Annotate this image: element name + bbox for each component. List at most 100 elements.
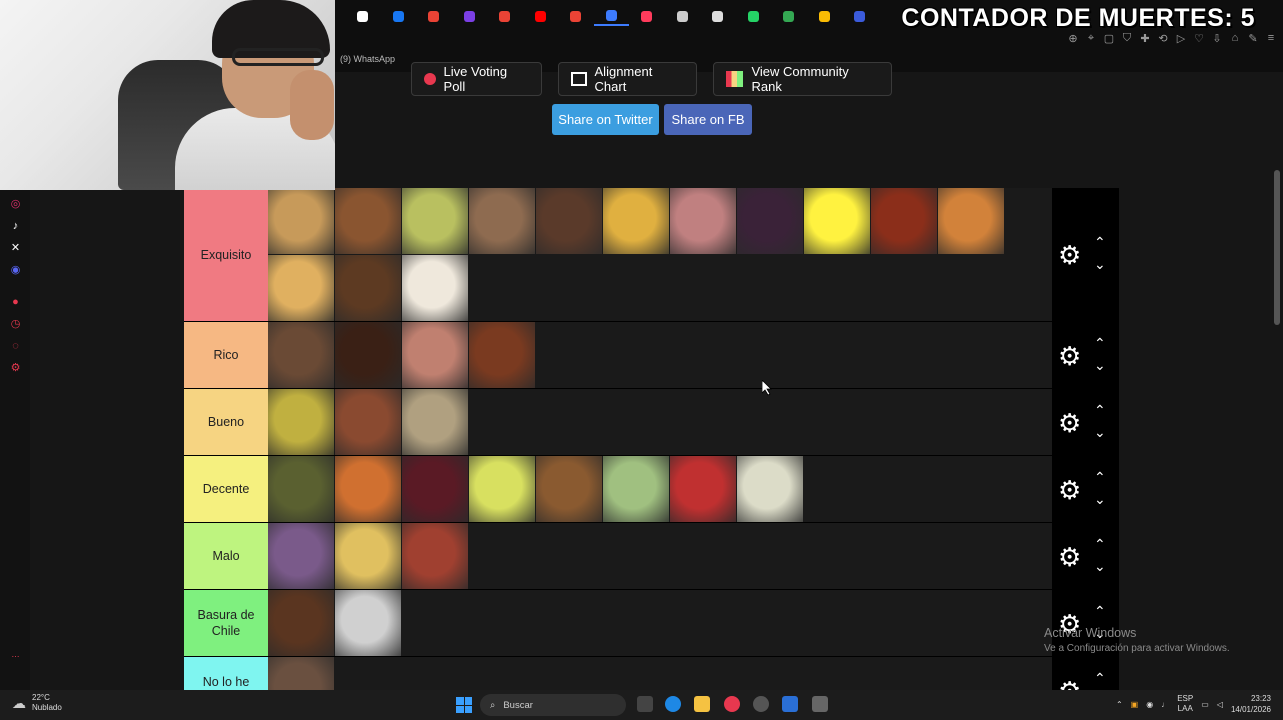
settings-icon[interactable]: ⚙ xyxy=(9,362,22,375)
language-bottom[interactable]: LAA xyxy=(1177,704,1193,714)
alignment-chart-button[interactable]: Alignment Chart xyxy=(558,62,697,96)
tier-label[interactable]: Malo xyxy=(184,523,268,589)
tier-items-dropzone[interactable] xyxy=(268,590,1119,656)
gear-icon[interactable]: ⚙ xyxy=(1058,242,1081,268)
browser-tab[interactable] xyxy=(416,6,452,26)
browser-tab[interactable] xyxy=(558,6,594,26)
gear-icon[interactable]: ⚙ xyxy=(1058,477,1081,503)
history-icon[interactable]: ◷ xyxy=(9,318,22,331)
chevron-up-icon[interactable]: ⌃ xyxy=(1094,235,1106,249)
file-explorer-icon[interactable] xyxy=(694,696,710,712)
language-top[interactable]: ESP xyxy=(1177,694,1193,704)
chevron-down-icon[interactable]: ⌄ xyxy=(1094,559,1106,573)
screenshot-icon[interactable]: ▢ xyxy=(1103,32,1115,45)
x-icon[interactable]: ✕ xyxy=(9,242,22,255)
start-button[interactable] xyxy=(456,697,472,713)
food-item[interactable] xyxy=(469,456,535,522)
chevron-up-icon[interactable]: ⌃ xyxy=(1094,470,1106,484)
food-item[interactable] xyxy=(335,456,401,522)
browser-tab[interactable] xyxy=(345,6,381,26)
food-item[interactable] xyxy=(268,389,334,455)
microphone-icon[interactable]: ♩ xyxy=(1161,700,1169,709)
menu-icon[interactable]: ≡ xyxy=(1265,32,1277,45)
more-icon[interactable]: ⋯ xyxy=(9,650,22,663)
community-rank-button[interactable]: View Community Rank xyxy=(713,62,892,96)
browser-tab[interactable] xyxy=(629,6,665,26)
food-item[interactable] xyxy=(335,255,401,321)
food-item[interactable] xyxy=(670,456,736,522)
food-item[interactable] xyxy=(335,322,401,388)
chevron-up-icon[interactable]: ⌃ xyxy=(1094,537,1106,551)
taskbar-search[interactable]: ⌕ Buscar xyxy=(480,694,626,716)
food-item[interactable] xyxy=(402,389,468,455)
tier-items-dropzone[interactable] xyxy=(268,389,1119,455)
chrome-icon[interactable] xyxy=(753,696,769,712)
food-item[interactable] xyxy=(402,322,468,388)
gear-icon[interactable]: ⚙ xyxy=(1058,410,1081,436)
food-item[interactable] xyxy=(603,188,669,254)
food-item[interactable] xyxy=(335,590,401,656)
tier-items-dropzone[interactable] xyxy=(268,322,1119,388)
food-item[interactable] xyxy=(871,188,937,254)
translate-icon[interactable]: ⟲ xyxy=(1157,32,1169,45)
browser-tab[interactable] xyxy=(807,6,843,26)
zoom-icon[interactable]: ⊕ xyxy=(1067,32,1079,45)
shield-icon[interactable]: ⛉ xyxy=(1121,32,1133,45)
tier-items-dropzone[interactable] xyxy=(268,456,1119,522)
chevron-up-icon[interactable]: ⌃ xyxy=(1094,336,1106,350)
food-item[interactable] xyxy=(268,590,334,656)
share-fb-button[interactable]: Share on FB xyxy=(664,104,752,135)
network-icon[interactable]: ▭ xyxy=(1201,700,1209,709)
browser-tab[interactable] xyxy=(381,6,417,26)
heart-icon[interactable]: ♡ xyxy=(1193,32,1205,45)
chevron-down-icon[interactable]: ⌄ xyxy=(1094,358,1106,372)
app-icon[interactable] xyxy=(812,696,828,712)
food-item[interactable] xyxy=(670,188,736,254)
food-item[interactable] xyxy=(335,188,401,254)
food-item[interactable] xyxy=(402,456,468,522)
chevron-up-icon[interactable]: ⌃ xyxy=(1094,671,1106,685)
pin-icon[interactable]: ⌖ xyxy=(1085,32,1097,45)
share-twitter-button[interactable]: Share on Twitter xyxy=(552,104,659,135)
download-icon[interactable]: ⇩ xyxy=(1211,32,1223,45)
puzzle-icon[interactable]: ✚ xyxy=(1139,32,1151,45)
food-item[interactable] xyxy=(469,322,535,388)
ai-icon[interactable]: ✎ xyxy=(1247,32,1259,45)
food-item[interactable] xyxy=(402,523,468,589)
chevron-down-icon[interactable]: ⌄ xyxy=(1094,425,1106,439)
play-icon[interactable]: ▷ xyxy=(1175,32,1187,45)
tier-label[interactable]: Exquisito xyxy=(184,188,268,321)
steam-tray-icon[interactable]: ◉ xyxy=(1146,700,1153,709)
chevron-up-icon[interactable]: ⌃ xyxy=(1094,403,1106,417)
browser-tab[interactable] xyxy=(842,6,878,26)
browser-tab[interactable] xyxy=(593,6,629,26)
tray-app-icon[interactable]: ▣ xyxy=(1131,700,1139,709)
chevron-up-icon[interactable]: ⌃ xyxy=(1094,604,1106,618)
steam-icon[interactable] xyxy=(782,696,798,712)
chevron-down-icon[interactable]: ⌄ xyxy=(1094,492,1106,506)
instagram-icon[interactable]: ◎ xyxy=(9,198,22,211)
record-icon[interactable]: ● xyxy=(9,296,22,309)
chat-icon[interactable]: ◌ xyxy=(9,340,22,353)
browser-tab[interactable] xyxy=(523,6,559,26)
food-item[interactable] xyxy=(536,188,602,254)
food-item[interactable] xyxy=(402,255,468,321)
food-item[interactable] xyxy=(603,456,669,522)
chevron-up-icon[interactable]: ⌃ xyxy=(1116,700,1123,709)
browser-tab[interactable] xyxy=(452,6,488,26)
gear-icon[interactable]: ⚙ xyxy=(1058,343,1081,369)
browser-tab[interactable] xyxy=(771,6,807,26)
lock-icon[interactable]: ⌂ xyxy=(1229,32,1241,45)
page-scrollbar[interactable] xyxy=(1274,170,1280,325)
tier-items-dropzone[interactable] xyxy=(268,523,1119,589)
discord-icon[interactable]: ◉ xyxy=(9,264,22,277)
food-item[interactable] xyxy=(335,389,401,455)
tab-title[interactable]: (9) WhatsApp xyxy=(340,54,395,64)
food-item[interactable] xyxy=(268,255,334,321)
tier-items-dropzone[interactable] xyxy=(268,188,1119,321)
food-item[interactable] xyxy=(402,188,468,254)
gear-icon[interactable]: ⚙ xyxy=(1058,544,1081,570)
opera-icon[interactable] xyxy=(724,696,740,712)
tier-label[interactable]: Rico xyxy=(184,322,268,388)
task-view-icon[interactable] xyxy=(637,696,653,712)
